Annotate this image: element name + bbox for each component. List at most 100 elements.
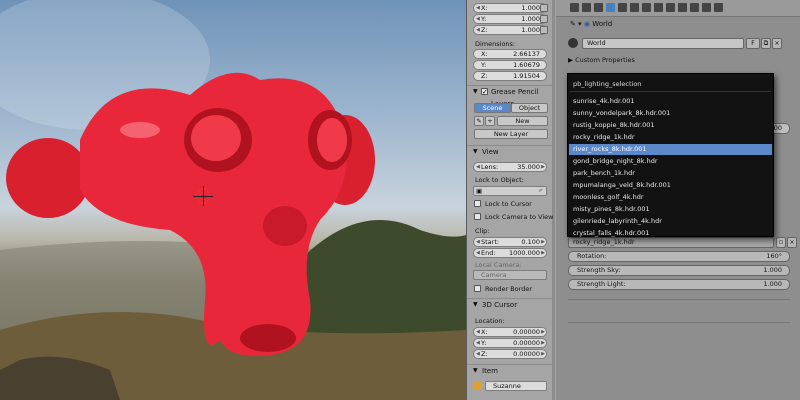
scale-y-value: 1.000: [521, 15, 540, 23]
lock-object-field[interactable]: ▣ ✐: [473, 186, 547, 196]
gp-new-layer-button[interactable]: New Layer: [474, 129, 548, 139]
scene-tab-icon[interactable]: [594, 3, 603, 12]
dropdown-option[interactable]: moonless_golf_4k.hdr: [569, 192, 772, 203]
close-icon[interactable]: ×: [772, 38, 782, 49]
copy-icon[interactable]: ⧉: [761, 38, 771, 49]
eyedropper-icon[interactable]: ✐: [539, 187, 543, 195]
dropdown-option[interactable]: gond_bridge_night_8k.hdr: [569, 156, 772, 167]
properties-tabs: [556, 0, 800, 17]
lens-field[interactable]: ◀ Lens: 35.000 ▶: [473, 162, 547, 172]
dimension-y-label: Y:: [481, 61, 487, 69]
viewport-scene: [0, 0, 466, 400]
strength-sky-field[interactable]: Strength Sky: 1.000: [568, 265, 790, 276]
clip-start-value: 0.100: [521, 238, 540, 246]
n-panel: ◀X:1.000▶ ◀Y:1.000▶ ◀Z:1.000▶ Dimensions…: [466, 0, 556, 400]
dimension-x-label: X:: [481, 50, 488, 58]
local-camera-field[interactable]: Camera: [473, 270, 547, 280]
dimension-z-field[interactable]: Z: 1.91504: [473, 71, 547, 81]
rotation-field[interactable]: Rotation: 160°: [568, 251, 790, 262]
3d-cursor-icon[interactable]: [193, 186, 213, 206]
lock-icon[interactable]: [540, 4, 548, 12]
item-header[interactable]: ▼ Item: [467, 364, 553, 377]
dropdown-option[interactable]: misty_pines_8k.hdr.001: [569, 204, 772, 215]
dropdown-option[interactable]: sunny_vondelpark_8k.hdr.001: [569, 108, 772, 119]
dropdown-option[interactable]: river_rocks_8k.hdr.001: [569, 144, 772, 155]
local-camera-label: Local Camera:: [475, 261, 522, 269]
gp-tab-scene[interactable]: Scene: [474, 103, 511, 113]
clip-start-label: Start:: [481, 238, 500, 246]
constraints-tab-icon[interactable]: [630, 3, 639, 12]
lens-label: Lens:: [481, 163, 499, 171]
dropdown-option[interactable]: park_bench_1k.hdr: [569, 168, 772, 179]
cursor-z-field[interactable]: ◀ Z: 0.00000 ▶: [473, 349, 547, 359]
physics-tab-icon[interactable]: [702, 3, 711, 12]
item-name-field[interactable]: Suzanne: [485, 381, 547, 391]
extra-tab-icon[interactable]: [714, 3, 723, 12]
lock-to-cursor-checkbox[interactable]: [474, 200, 481, 207]
clip-start-field[interactable]: ◀ Start: 0.100 ▶: [473, 237, 547, 247]
world-breadcrumb: ✎ ▾ ◉ World: [570, 20, 612, 28]
custom-properties-header[interactable]: ▶ Custom Properties: [568, 56, 635, 64]
cursor-z-value: 0.00000: [513, 350, 540, 358]
material-tab-icon[interactable]: [666, 3, 675, 12]
rotation-label: Rotation:: [577, 252, 607, 260]
n-panel-scrollbar[interactable]: [552, 0, 555, 400]
cursor-x-value: 0.00000: [513, 328, 540, 336]
hdr-close-icon[interactable]: ×: [787, 237, 797, 248]
object-tab-icon[interactable]: [618, 3, 627, 12]
fake-user-label: F: [751, 39, 755, 47]
texture-tab-icon[interactable]: [678, 3, 687, 12]
modifiers-tab-icon[interactable]: [642, 3, 651, 12]
world-tab-icon[interactable]: [606, 3, 615, 12]
view-header[interactable]: ▼ View: [467, 145, 553, 158]
pin-icon[interactable]: ✎ ▾: [570, 20, 584, 28]
cursor-x-label: X:: [481, 328, 488, 336]
dropdown-option[interactable]: sunrise_4k.hdr.001: [569, 96, 772, 107]
grease-pencil-checkbox[interactable]: [481, 86, 488, 98]
3d-cursor-title: 3D Cursor: [482, 301, 518, 309]
dropdown-option[interactable]: rustig_koppie_8k.hdr.001: [569, 120, 772, 131]
hdr-selector-value: rocky_ridge_1k.hdr: [573, 238, 635, 246]
dimension-y-field[interactable]: Y: 1.60679: [473, 60, 547, 70]
dropdown-title: pb_lighting_selection: [573, 80, 642, 88]
data-tab-icon[interactable]: [654, 3, 663, 12]
clip-label: Clip:: [475, 227, 490, 235]
layers-tab-icon[interactable]: [582, 3, 591, 12]
grease-pencil-header[interactable]: ▼Grease Pencil Layers: [467, 85, 553, 108]
collapse-triangle-icon: ▼: [473, 88, 478, 95]
world-type-icon[interactable]: [568, 38, 578, 48]
cursor-y-field[interactable]: ◀ Y: 0.00000 ▶: [473, 338, 547, 348]
scale-x-field[interactable]: ◀X:1.000▶: [473, 3, 547, 13]
hdr-refresh-icon[interactable]: ▫: [776, 237, 786, 248]
clip-end-label: End:: [481, 249, 496, 257]
dimension-x-field[interactable]: X: 2.66137: [473, 49, 547, 59]
dropdown-option[interactable]: crystal_falls_4k.hdr.001: [569, 228, 772, 239]
3d-viewport[interactable]: [0, 0, 466, 400]
scale-z-label: Z:: [481, 26, 488, 34]
cursor-x-field[interactable]: ◀ X: 0.00000 ▶: [473, 327, 547, 337]
gp-new-button[interactable]: New: [497, 116, 548, 126]
3d-cursor-header[interactable]: ▼ 3D Cursor: [467, 298, 553, 311]
clip-end-field[interactable]: ◀ End: 1000.000 ▶: [473, 248, 547, 258]
cube-icon: ▣: [476, 187, 483, 195]
render-border-checkbox[interactable]: [474, 285, 481, 292]
lock-camera-checkbox[interactable]: [474, 213, 481, 220]
lock-to-cursor-label: Lock to Cursor: [485, 200, 532, 208]
world-fake-user-button[interactable]: F: [746, 38, 760, 49]
dropdown-option[interactable]: mpumalanga_veld_8k.hdr.001: [569, 180, 772, 191]
gp-tab-object[interactable]: Object: [511, 103, 548, 113]
render-tab-icon[interactable]: [570, 3, 579, 12]
pencil-icon[interactable]: ✎: [474, 116, 484, 126]
lock-icon[interactable]: [540, 15, 548, 23]
world-datablock-field[interactable]: World: [582, 38, 744, 49]
strength-light-label: Strength Light:: [577, 280, 626, 288]
dropdown-option[interactable]: rocky_ridge_1k.hdr: [569, 132, 772, 143]
custom-properties-title: Custom Properties: [575, 56, 635, 64]
lock-icon[interactable]: [540, 26, 548, 34]
dropdown-option[interactable]: gilenriede_labyrinth_4k.hdr: [569, 216, 772, 227]
particles-tab-icon[interactable]: [690, 3, 699, 12]
plus-icon[interactable]: +: [485, 116, 495, 126]
scale-z-field[interactable]: ◀Z:1.000▶: [473, 25, 547, 35]
strength-light-field[interactable]: Strength Light: 1.000: [568, 279, 790, 290]
scale-y-field[interactable]: ◀Y:1.000▶: [473, 14, 547, 24]
